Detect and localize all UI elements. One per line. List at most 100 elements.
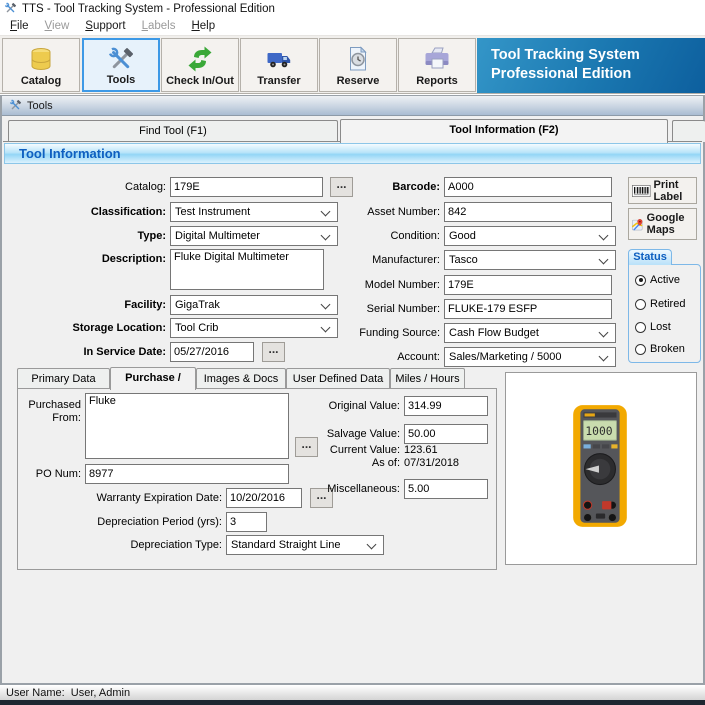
original-value-input[interactable] (404, 396, 488, 416)
subtab-miles-hours[interactable]: Miles / Hours (390, 368, 465, 389)
check-in-out-arrows-icon (186, 44, 214, 74)
google-maps-button[interactable]: Google Maps (628, 208, 697, 240)
as-of-label: As of: (300, 457, 400, 470)
status-radio-broken[interactable]: Broken (635, 343, 685, 355)
account-select[interactable]: Sales/Marketing / 5000 (444, 347, 616, 367)
depreciation-period-input[interactable] (226, 512, 267, 532)
radio-broken-icon[interactable] (635, 344, 646, 355)
catalog-button[interactable]: Catalog (2, 38, 80, 92)
po-num-input[interactable] (85, 464, 289, 484)
barcode-input[interactable] (444, 177, 612, 197)
current-value-label: Current Value: (300, 444, 400, 457)
tab-find-tool[interactable]: Find Tool (F1) (8, 120, 338, 142)
status-radio-active[interactable]: Active (635, 274, 680, 286)
tab-stub[interactable] (672, 120, 705, 142)
storage-location-label: Storage Location: (20, 322, 166, 335)
asset-number-label: Asset Number: (300, 206, 440, 219)
transfer-button-label: Transfer (241, 75, 317, 87)
radio-retired-label: Retired (650, 298, 685, 310)
subtab-primary-data[interactable]: Primary Data (17, 368, 110, 389)
radio-retired-icon[interactable] (635, 299, 646, 310)
classification-label: Classification: (20, 206, 166, 219)
condition-label: Condition: (300, 230, 440, 243)
menu-support[interactable]: Support (77, 19, 133, 33)
status-radio-retired[interactable]: Retired (635, 298, 685, 310)
tab-tool-information[interactable]: Tool Information (F2) (340, 119, 668, 143)
status-group-label: Status (628, 249, 672, 265)
model-number-label: Model Number: (300, 279, 440, 292)
serial-number-input[interactable] (444, 299, 612, 319)
reserve-button[interactable]: Reserve (319, 38, 397, 92)
print-label-button[interactable]: Print Label (628, 177, 697, 204)
radio-active-label: Active (650, 274, 680, 286)
warranty-expiration-label: Warranty Expiration Date: (20, 492, 222, 505)
check-in-out-button[interactable]: Check In/Out (161, 38, 239, 92)
subtab-user-defined-data[interactable]: User Defined Data (286, 368, 390, 389)
miscellaneous-label: Miscellaneous: (300, 483, 400, 496)
barcode-icon (632, 183, 651, 199)
model-number-input[interactable] (444, 275, 612, 295)
app-window: TTS - Tool Tracking System - Professiona… (0, 0, 705, 705)
in-service-date-browse-button[interactable]: ... (262, 342, 285, 362)
tool-image-panel: 1000 (505, 372, 697, 565)
catalog-button-label: Catalog (3, 75, 79, 87)
funding-source-select[interactable]: Cash Flow Budget (444, 323, 616, 343)
serial-number-label: Serial Number: (300, 303, 440, 316)
radio-active-icon[interactable] (635, 275, 646, 286)
section-header: Tool Information (4, 143, 701, 164)
in-service-date-label: In Service Date: (20, 346, 166, 359)
menu-labels: Labels (134, 19, 184, 33)
reports-button-label: Reports (399, 75, 475, 87)
database-icon (27, 44, 55, 74)
purchased-from-label: Purchased From: (8, 399, 81, 425)
depreciation-type-select[interactable]: Standard Straight Line (226, 535, 384, 555)
app-icon (4, 2, 17, 15)
current-value-text: 123.61 (404, 444, 438, 456)
tools-button[interactable]: Tools (82, 38, 160, 92)
salvage-value-input[interactable] (404, 424, 488, 444)
radio-broken-label: Broken (650, 343, 685, 355)
asset-number-input[interactable] (444, 202, 612, 222)
manufacturer-select[interactable]: Tasco (444, 250, 616, 270)
radio-lost-icon[interactable] (635, 322, 646, 333)
original-value-label: Original Value: (300, 400, 400, 413)
miscellaneous-input[interactable] (404, 479, 488, 499)
multimeter-image: 1000 (567, 404, 633, 528)
depreciation-type-label: Depreciation Type: (20, 539, 222, 552)
facility-label: Facility: (20, 299, 166, 312)
as-of-text: 07/31/2018 (404, 457, 459, 469)
tools-panel-caption: Tools (2, 96, 703, 116)
svg-text:1000: 1000 (585, 424, 612, 438)
truck-icon (265, 44, 293, 74)
menu-help[interactable]: Help (183, 19, 223, 33)
status-bar: User Name: User, Admin (0, 685, 705, 700)
menu-file[interactable]: File (2, 19, 37, 33)
reports-button[interactable]: Reports (398, 38, 476, 92)
subtab-purchase-warr[interactable]: Purchase / Warr. (110, 367, 196, 390)
purchased-from-textarea[interactable]: Fluke (85, 393, 289, 459)
banner-line1: Tool Tracking System (491, 46, 705, 65)
transfer-button[interactable]: Transfer (240, 38, 318, 92)
manufacturer-label: Manufacturer: (300, 254, 440, 267)
reserve-button-label: Reserve (320, 75, 396, 87)
warranty-expiration-input[interactable] (226, 488, 302, 508)
window-title: TTS - Tool Tracking System - Professiona… (22, 3, 275, 15)
account-label: Account: (300, 351, 440, 364)
google-maps-icon (632, 216, 644, 233)
barcode-label: Barcode: (300, 181, 440, 194)
description-label: Description: (20, 253, 166, 266)
google-maps-button-label: Google Maps (647, 212, 694, 236)
menu-bar: File View Support Labels Help (0, 17, 705, 34)
title-bar: TTS - Tool Tracking System - Professiona… (0, 0, 705, 17)
check-in-out-button-label: Check In/Out (162, 75, 238, 87)
subtab-images-docs[interactable]: Images & Docs (196, 368, 286, 389)
in-service-date-input[interactable] (170, 342, 254, 362)
radio-lost-label: Lost (650, 321, 671, 333)
depreciation-period-label: Depreciation Period (yrs): (20, 516, 222, 529)
condition-select[interactable]: Good (444, 226, 616, 246)
tools-panel-title: Tools (27, 100, 53, 112)
tools-panel-icon (9, 99, 22, 112)
po-num-label: PO Num: (8, 468, 81, 481)
status-radio-lost[interactable]: Lost (635, 321, 671, 333)
tools-icon (107, 45, 135, 75)
